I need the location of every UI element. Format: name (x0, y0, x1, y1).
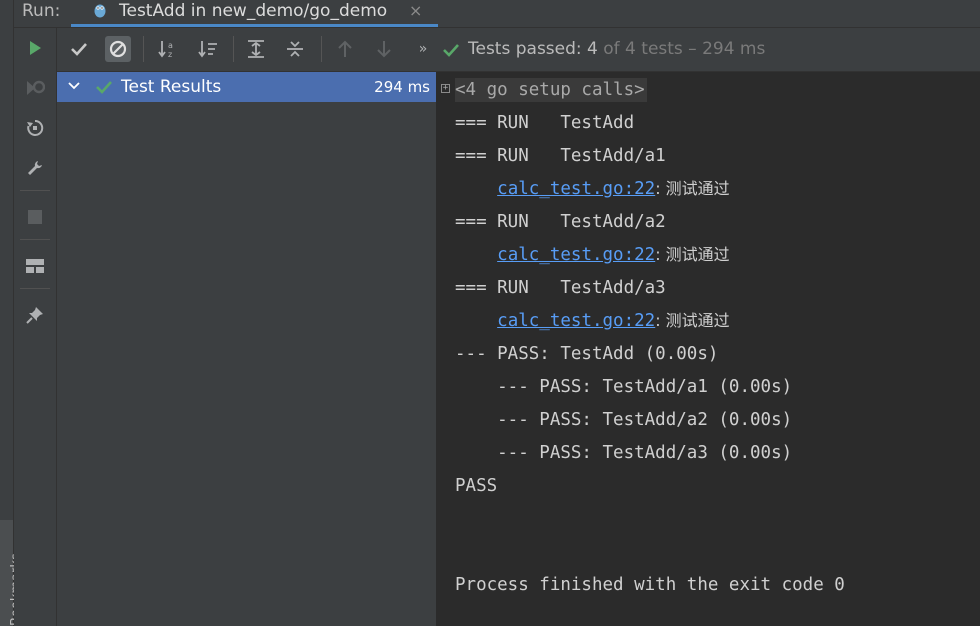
passed-check-icon (443, 44, 459, 57)
svg-text:z: z (168, 50, 172, 58)
source-link[interactable]: calc_test.go:22 (497, 311, 655, 331)
expand-fold-icon[interactable]: + (441, 84, 450, 93)
source-link[interactable]: calc_test.go:22 (497, 179, 655, 199)
pin-icon (26, 307, 43, 324)
test-status: Tests passed: 4 of 4 tests – 294 ms (468, 36, 765, 62)
chevron-down-icon[interactable] (67, 79, 81, 93)
stop-button (22, 204, 48, 230)
pin-tab-button[interactable] (22, 302, 48, 328)
test-results-tree: Test Results 294 ms (57, 72, 437, 626)
run-icon (30, 41, 41, 55)
expand-all-icon (248, 40, 264, 58)
more-actions-button[interactable]: » (410, 36, 436, 62)
console-line: --- PASS: TestAdd/a3 (0.00s) (455, 443, 793, 463)
console-line: === RUN TestAdd/a1 (455, 146, 666, 166)
auto-test-icon (27, 119, 44, 136)
console-line: === RUN TestAdd/a2 (455, 212, 666, 232)
left-tool-strip: Bookmarks (0, 0, 24, 626)
tree-root-label: Test Results (121, 77, 222, 97)
tree-row-test-results[interactable]: Test Results 294 ms (57, 72, 436, 102)
log-message: : 测试通过 (655, 311, 730, 330)
console-line-link: calc_test.go:22: 测试通过 (455, 243, 730, 267)
sort-alphabetically-button[interactable]: az (155, 36, 181, 62)
arrow-up-icon (338, 40, 352, 57)
rerun-button[interactable] (22, 35, 48, 61)
status-summary: of 4 tests – 294 ms (597, 39, 766, 59)
gopher-icon (94, 4, 106, 18)
console-line: --- PASS: TestAdd/a2 (0.00s) (455, 410, 793, 430)
rerun-failed-icon (27, 80, 45, 95)
source-link[interactable]: calc_test.go:22 (497, 245, 655, 265)
run-label: Run: (22, 1, 61, 21)
log-message: : 测试通过 (655, 245, 730, 264)
console-line-exit: Process finished with the exit code 0 (455, 575, 845, 595)
next-failed-button (371, 36, 397, 62)
console-line: --- PASS: TestAdd (0.00s) (455, 344, 719, 364)
stop-icon (28, 210, 42, 224)
sort-alpha-icon: az (158, 41, 173, 58)
layout-icon (26, 259, 44, 273)
run-vertical-toolbar (14, 28, 57, 626)
console-line: === RUN TestAdd/a3 (455, 278, 666, 298)
bookmarks-tab[interactable]: Bookmarks (0, 520, 24, 626)
wrench-icon (28, 161, 42, 175)
console-line: === RUN TestAdd (455, 113, 635, 133)
ignored-icon (109, 40, 127, 58)
console-line-link: calc_test.go:22: 测试通过 (455, 177, 730, 201)
console-line: PASS (455, 476, 498, 496)
passed-icon (96, 81, 112, 94)
console-output[interactable]: + <4 go setup calls> === RUN TestAdd ===… (437, 72, 980, 626)
show-ignored-button[interactable] (105, 36, 131, 62)
expand-all-button[interactable] (243, 36, 269, 62)
previous-failed-button (332, 36, 358, 62)
console-line: --- PASS: TestAdd/a1 (0.00s) (455, 377, 793, 397)
folded-setup-calls[interactable]: <4 go setup calls> (455, 78, 647, 102)
log-message: : 测试通过 (655, 179, 730, 198)
run-tool-window-header: Run: TestAdd in new_demo/go_demo × (0, 0, 980, 28)
sort-by-duration-button[interactable] (195, 36, 221, 62)
run-tab[interactable]: TestAdd in new_demo/go_demo × (71, 0, 438, 27)
tree-root-time: 294 ms (374, 78, 430, 96)
toggle-auto-test-button[interactable] (22, 115, 48, 141)
arrow-down-icon (377, 41, 391, 58)
console-line-link: calc_test.go:22: 测试通过 (455, 309, 730, 333)
layout-button[interactable] (22, 253, 48, 279)
collapse-all-icon (287, 41, 303, 57)
settings-button[interactable] (22, 155, 48, 181)
close-tab-icon[interactable]: × (409, 0, 422, 22)
show-passed-button[interactable] (66, 36, 92, 62)
svg-text:a: a (168, 41, 173, 50)
collapse-all-button[interactable] (282, 36, 308, 62)
test-runner-toolbar: az » Tests passed: 4 of 4 tests – 294 ms (57, 28, 980, 72)
status-passed: Tests passed: 4 (468, 39, 598, 59)
sort-duration-icon (198, 41, 217, 58)
run-tab-title: TestAdd in new_demo/go_demo (119, 1, 388, 21)
check-icon (71, 43, 87, 56)
rerun-failed-button (22, 75, 48, 101)
